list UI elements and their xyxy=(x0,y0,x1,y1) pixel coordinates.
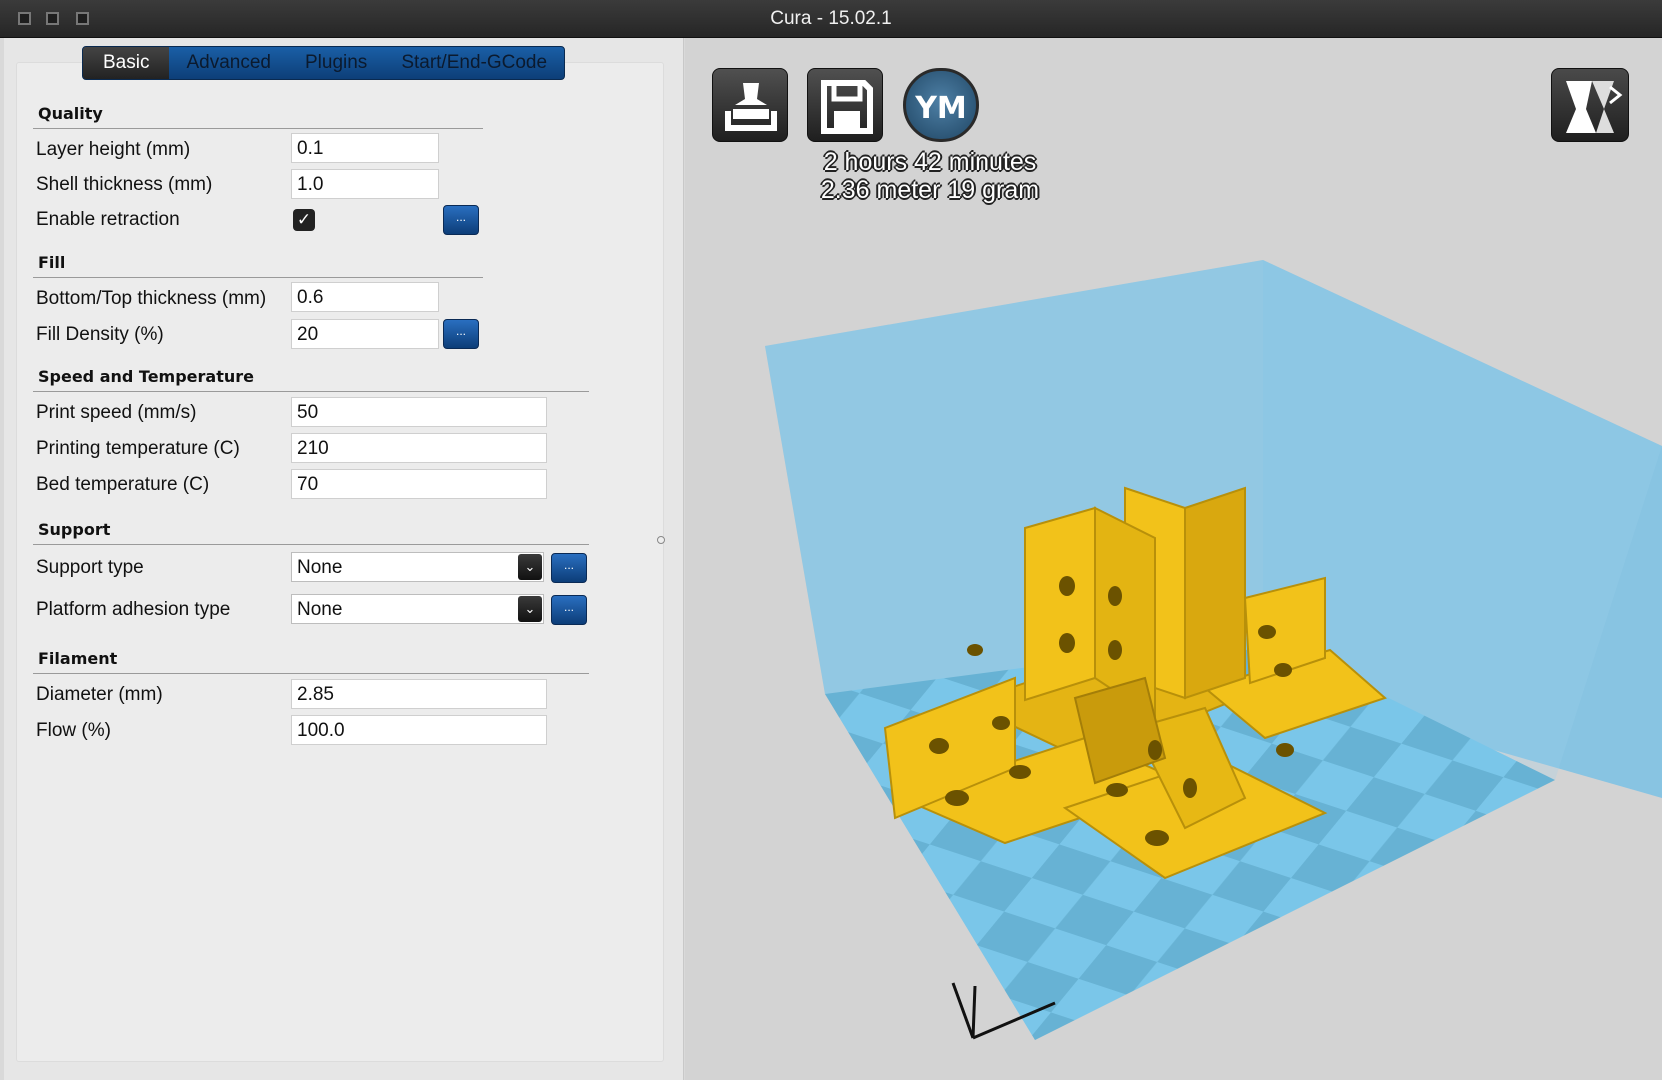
shell-thickness-input[interactable]: 1.0 xyxy=(291,169,439,199)
layer-height-input[interactable]: 0.1 xyxy=(291,133,439,163)
section-fill-title: Fill xyxy=(38,253,66,272)
tab-start-end-gcode[interactable]: Start/End-GCode xyxy=(384,47,564,79)
tab-advanced[interactable]: Advanced xyxy=(169,47,288,79)
platform-adhesion-select[interactable]: None ⌄ xyxy=(291,594,544,624)
tab-plugins[interactable]: Plugins xyxy=(288,47,384,79)
support-type-value: None xyxy=(297,557,343,578)
print-speed-input[interactable]: 50 xyxy=(291,397,547,427)
bottom-top-thickness-input[interactable]: 0.6 xyxy=(291,282,439,312)
section-divider xyxy=(33,128,483,129)
title-bar: Cura - 15.02.1 xyxy=(0,0,1662,38)
chevron-down-icon[interactable]: ⌄ xyxy=(518,596,542,622)
enable-retraction-checkbox[interactable]: ✓ xyxy=(293,209,315,231)
section-support-title: Support xyxy=(38,520,111,539)
adhesion-settings-button[interactable]: ... xyxy=(551,595,587,625)
section-divider xyxy=(33,544,589,545)
platform-adhesion-label: Platform adhesion type xyxy=(36,599,231,620)
chevron-down-icon[interactable]: ⌄ xyxy=(518,554,542,580)
settings-tabs: Basic Advanced Plugins Start/End-GCode xyxy=(82,46,566,80)
enable-retraction-label: Enable retraction xyxy=(36,209,180,230)
support-settings-button[interactable]: ... xyxy=(551,553,587,583)
fill-density-input[interactable]: 20 xyxy=(291,319,439,349)
layer-height-label: Layer height (mm) xyxy=(36,139,191,160)
printing-temperature-input[interactable]: 210 xyxy=(291,433,547,463)
bed-temperature-label: Bed temperature (C) xyxy=(36,474,210,495)
section-divider xyxy=(33,391,589,392)
fill-density-label: Fill Density (%) xyxy=(36,324,164,345)
cura-window: Cura - 15.02.1 Basic Advanced Plugins St… xyxy=(0,0,1662,1080)
bottom-top-thickness-label: Bottom/Top thickness (mm) xyxy=(36,288,267,309)
3d-viewport[interactable]: YM 2 hours 42 minutes 2.36 meter 19 gram xyxy=(685,38,1662,1080)
print-speed-label: Print speed (mm/s) xyxy=(36,402,197,423)
retraction-settings-button[interactable]: ... xyxy=(443,205,479,235)
support-type-label: Support type xyxy=(36,557,144,578)
platform-adhesion-value: None xyxy=(297,599,343,620)
shell-thickness-label: Shell thickness (mm) xyxy=(36,174,213,195)
printing-temperature-label: Printing temperature (C) xyxy=(36,438,240,459)
pane-splitter-handle[interactable] xyxy=(657,536,665,544)
bed-temperature-input[interactable]: 70 xyxy=(291,469,547,499)
flow-input[interactable]: 100.0 xyxy=(291,715,547,745)
diameter-input[interactable]: 2.85 xyxy=(291,679,547,709)
section-divider xyxy=(33,277,483,278)
build-volume-scene xyxy=(765,260,1662,1040)
section-quality-title: Quality xyxy=(38,104,103,123)
section-speed-title: Speed and Temperature xyxy=(38,367,254,386)
support-type-select[interactable]: None ⌄ xyxy=(291,552,544,582)
section-divider xyxy=(33,673,589,674)
flow-label: Flow (%) xyxy=(36,720,111,741)
tab-basic[interactable]: Basic xyxy=(83,47,170,79)
window-title: Cura - 15.02.1 xyxy=(770,8,892,29)
section-filament-title: Filament xyxy=(38,649,118,668)
fill-settings-button[interactable]: ... xyxy=(443,319,479,349)
diameter-label: Diameter (mm) xyxy=(36,684,163,705)
